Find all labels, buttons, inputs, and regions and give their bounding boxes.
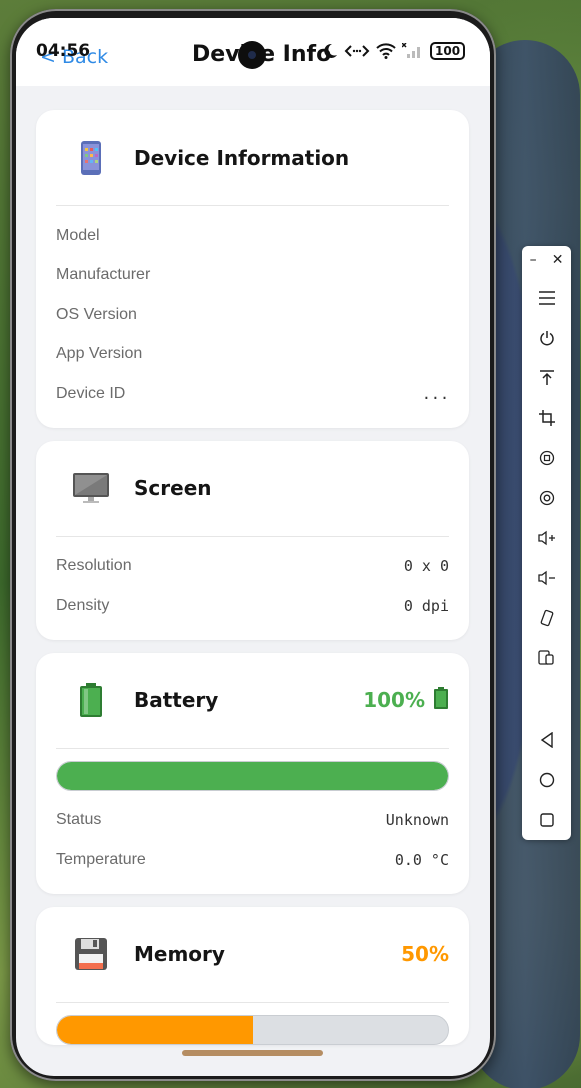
device-information-card: Device Information Model Manufacturer OS… [36,110,469,428]
multi-screen-icon[interactable] [522,640,571,676]
card-title: Device Information [134,145,350,170]
row-value: Unknown [385,811,449,830]
volume-down-icon[interactable] [522,560,571,596]
row-density: Density 0 dpi [56,586,449,626]
battery-progress-fill [57,761,448,790]
close-icon[interactable]: ✕ [552,252,564,268]
memory-progress-bar [56,1014,449,1045]
card-header: Memory 50% [56,907,449,1003]
card-title: Screen [134,476,212,500]
menu-icon[interactable] [522,280,571,316]
content-scroll[interactable]: Device Information Model Manufacturer OS… [36,110,469,1065]
row-device-id: Device ID ... [56,374,449,414]
row-resolution: Resolution 0 x 0 [56,547,449,587]
screen-rows: Resolution 0 x 0 Density 0 dpi [56,537,449,640]
card-header: Battery 100% [56,653,449,749]
row-status: Status Unknown [56,801,449,841]
shake-icon[interactable] [522,600,571,636]
toolbar-window-controls: – ✕ [522,252,571,268]
front-camera [238,41,266,69]
upload-icon[interactable] [522,360,571,396]
minimize-icon[interactable]: – [530,252,537,268]
row-value: 0 x 0 [403,557,449,576]
battery-rows: Status Unknown Temperature 0.0 °C [56,791,449,894]
battery-percentage-text: 100% [363,688,425,712]
rotate-icon[interactable] [522,440,571,476]
memory-card: Memory 50% [36,906,469,1045]
card-title: Memory [134,942,225,966]
floppy-disk-icon [62,934,120,974]
battery-small-icon [433,686,449,714]
row-label: OS Version [56,305,137,323]
card-header: Screen [56,441,449,537]
device-info-rows: Model Manufacturer OS Version App Versio… [56,206,449,428]
phone-icon [62,138,120,178]
status-bar: < Back 04:56 Device Info 100 [16,18,490,86]
row-label: Resolution [56,557,132,575]
row-model: Model [56,216,449,256]
row-app-version: App Version [56,335,449,375]
record-icon[interactable] [522,480,571,516]
row-label: Density [56,596,110,614]
row-label: Model [56,226,100,244]
emulator-toolbar: – ✕ [522,246,571,840]
power-icon[interactable] [522,320,571,356]
status-icons: 100 [322,42,466,60]
row-manufacturer: Manufacturer [56,256,449,296]
battery-card: Battery 100% Status Unknown Temperature [36,652,469,894]
phone-screen: < Back 04:56 Device Info 100 Device Info… [16,18,490,1076]
moon-icon [322,43,338,59]
battery-icon [62,680,120,720]
row-os-version: OS Version [56,295,449,335]
battery-percentage: 100% [363,686,449,714]
back-nav-icon[interactable] [522,722,571,758]
home-nav-icon[interactable] [522,762,571,798]
card-title: Battery [134,688,219,712]
memory-percentage: 50% [401,942,449,966]
status-time: 04:56 [36,41,91,61]
battery-progress-bar [56,760,449,791]
row-value: ... [421,384,449,403]
signal-icon [402,43,424,59]
code-icon [344,43,370,59]
volume-up-icon[interactable] [522,520,571,556]
screen-card: Screen Resolution 0 x 0 Density 0 dpi [36,440,469,640]
row-value: 0.0 °C [394,850,449,869]
monitor-icon [62,468,120,508]
row-label: Temperature [56,850,146,868]
row-label: Device ID [56,384,126,402]
row-label: App Version [56,345,143,363]
row-label: Manufacturer [56,266,151,284]
row-label: Status [56,811,102,829]
row-value: 0 dpi [403,596,449,615]
card-header: Device Information [56,110,449,206]
wifi-icon [376,43,396,59]
memory-progress-fill [57,1015,253,1044]
status-battery: 100 [430,42,466,60]
row-temperature: Temperature 0.0 °C [56,840,449,880]
home-indicator[interactable] [182,1050,323,1056]
crop-icon[interactable] [522,400,571,436]
recents-nav-icon[interactable] [522,802,571,838]
